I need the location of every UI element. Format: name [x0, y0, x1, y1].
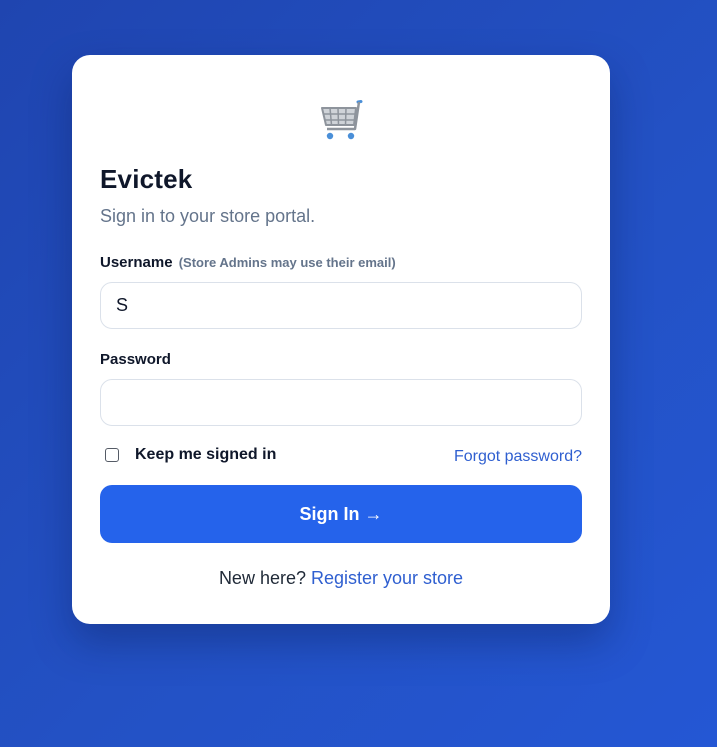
remember-me: Keep me signed in — [105, 446, 276, 464]
register-prompt-text: New here? — [218, 568, 306, 588]
login-card: Evictek Sign in to your store portal. Us… — [72, 55, 610, 624]
forgot-password-link[interactable]: Forgot password? — [454, 448, 582, 466]
brand-title: Evictek — [100, 164, 193, 194]
logo — [72, 99, 610, 145]
remember-checkbox[interactable] — [105, 448, 119, 462]
remember-label[interactable]: Keep me signed in — [135, 446, 276, 464]
username-input[interactable] — [100, 282, 582, 329]
username-label: Username (Store Admins may use their ema… — [100, 254, 396, 271]
shopping-cart-icon — [321, 100, 363, 140]
register-store-link[interactable]: Register your store — [311, 568, 463, 588]
sign-in-button[interactable]: Sign In → — [100, 485, 582, 543]
username-hint: (Store Admins may use their email) — [178, 255, 396, 270]
username-label-text: Username — [100, 254, 173, 271]
password-input[interactable] — [100, 379, 582, 426]
page-subtitle: Sign in to your store portal. — [100, 206, 316, 226]
password-label: Password — [100, 351, 171, 368]
register-prompt: New here? Register your store — [72, 568, 610, 589]
